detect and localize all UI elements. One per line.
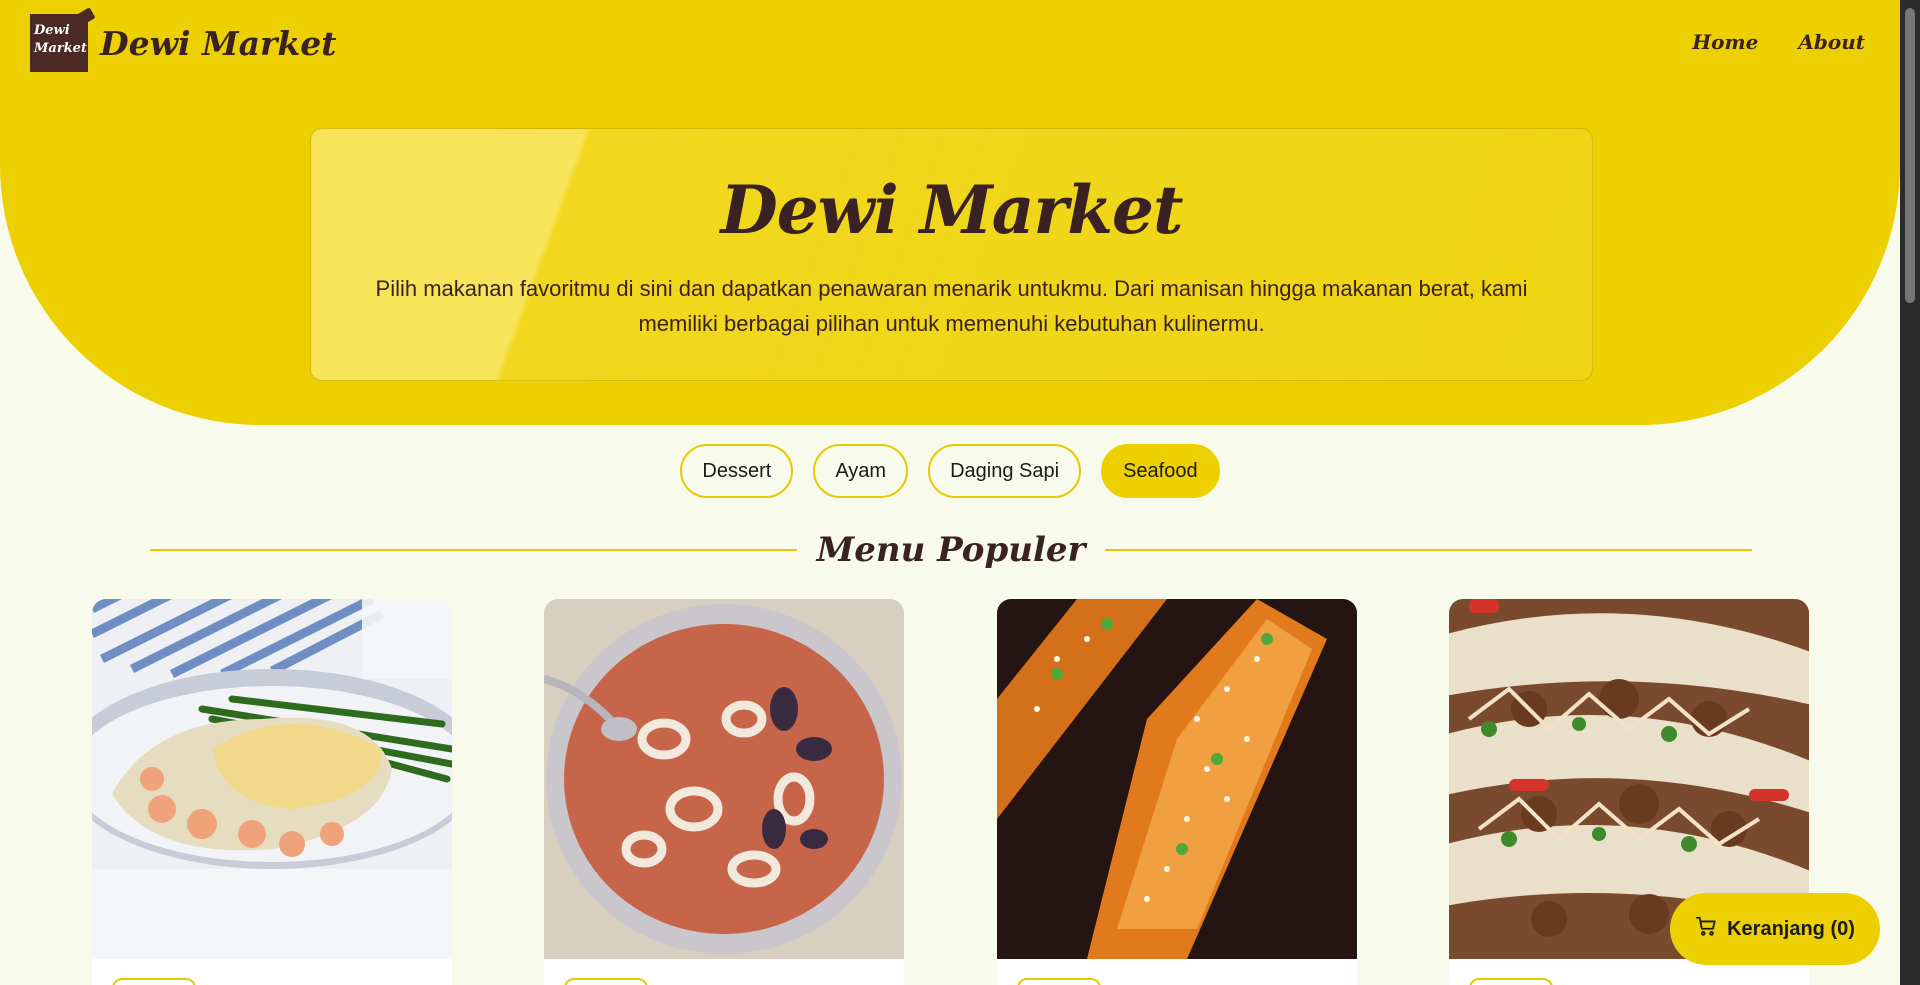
filter-daging-sapi-button[interactable]: Daging Sapi [928, 444, 1082, 498]
nav-home-link[interactable]: Home [1692, 30, 1758, 54]
cart-button[interactable]: Keranjang (0) [1670, 893, 1880, 965]
main-nav: Home About [1692, 30, 1865, 54]
card-tag [1469, 978, 1553, 985]
brand-name: Dewi Market [100, 23, 337, 63]
scrollbar-thumb[interactable] [1905, 8, 1915, 303]
logo-line1: Dewi [34, 23, 70, 38]
category-filters: Dessert Ayam Daging Sapi Seafood [0, 444, 1900, 498]
filter-seafood-button[interactable]: Seafood [1101, 444, 1220, 498]
section-heading: Menu Populer [150, 528, 1752, 572]
section-title: Menu Populer [816, 530, 1086, 570]
divider-left [150, 549, 797, 551]
brand[interactable]: Dewi Market Dewi Market [30, 14, 336, 72]
card-tag [1017, 978, 1101, 985]
hero-card: Dewi Market Pilih makanan favoritmu di s… [310, 128, 1593, 381]
logo-line2: Market [34, 41, 87, 56]
cart-label: Keranjang (0) [1727, 917, 1855, 940]
nav-about-link[interactable]: About [1798, 30, 1865, 54]
seafood-pie-photo [92, 599, 452, 959]
menu-card[interactable] [997, 599, 1357, 985]
card-tag [112, 978, 196, 985]
hero-description: Pilih makanan favoritmu di sini dan dapa… [375, 276, 1528, 336]
card-tag [564, 978, 648, 985]
logo: Dewi Market [30, 14, 88, 72]
filter-dessert-button[interactable]: Dessert [680, 444, 794, 498]
cart-icon [1695, 915, 1717, 943]
filter-ayam-button[interactable]: Ayam [813, 444, 909, 498]
menu-card[interactable] [544, 599, 904, 985]
seafood-soup-photo [544, 599, 904, 959]
menu-card[interactable] [92, 599, 452, 985]
hero-title: Dewi Market [720, 171, 1184, 249]
divider-right [1105, 549, 1752, 551]
scrollbar[interactable] [1900, 0, 1920, 985]
glazed-salmon-photo [997, 599, 1357, 959]
